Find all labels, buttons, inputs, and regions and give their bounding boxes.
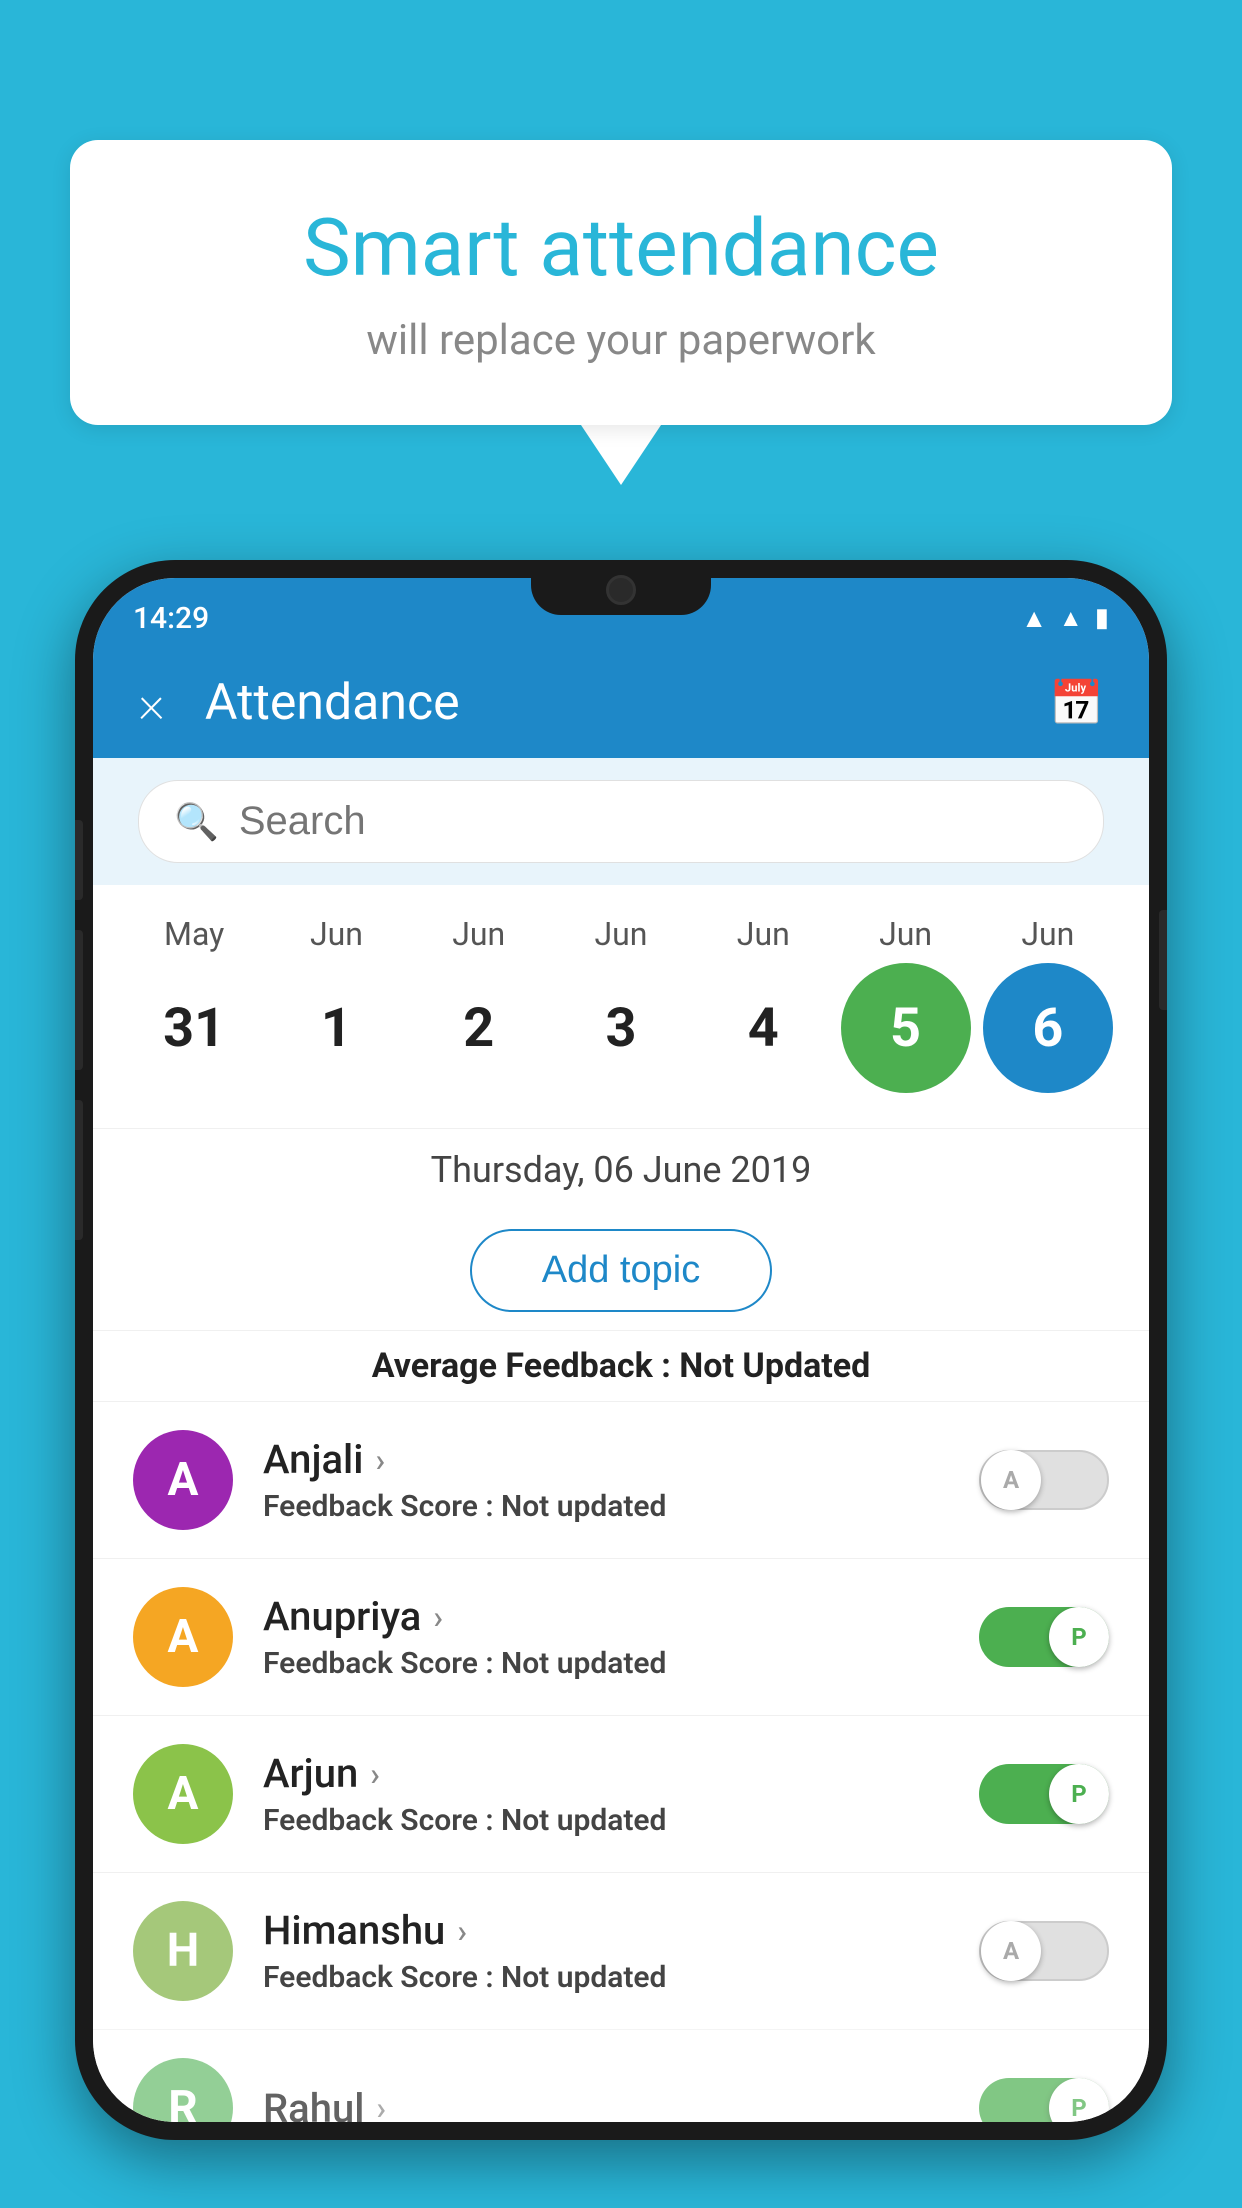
student-list: A Anjali › Feedback Score : Not updated … [93,1401,1149,2122]
speech-bubble-container: Smart attendance will replace your paper… [70,140,1172,485]
bubble-arrow [581,425,661,485]
student-name-anjali[interactable]: Anjali › [263,1436,979,1483]
toggle-switch-partial[interactable]: P [979,2078,1109,2122]
chevron-icon-anupriya: › [433,1598,443,1636]
toggle-knob-partial: P [1049,2078,1109,2122]
add-topic-button[interactable]: Add topic [470,1229,772,1312]
search-input[interactable] [239,799,1068,844]
header-title: Attendance [205,674,1049,732]
student-item-himanshu: H Himanshu › Feedback Score : Not update… [93,1872,1149,2029]
day-6-selected[interactable]: 6 [983,963,1113,1093]
average-feedback: Average Feedback : Not Updated [93,1330,1149,1401]
toggle-himanshu[interactable]: A [979,1921,1109,1981]
app-header: × Attendance 📅 [93,648,1149,758]
student-name-anupriya[interactable]: Anupriya › [263,1593,979,1640]
chevron-icon-partial: › [376,2089,386,2122]
avatar-anjali: A [133,1430,233,1530]
student-item-arjun: A Arjun › Feedback Score : Not updated P [93,1715,1149,1872]
calendar-strip: May Jun Jun Jun Jun Jun Jun 31 1 2 3 4 5… [93,885,1149,1128]
wifi-icon: ▲ [1021,603,1047,634]
student-info-anjali: Anjali › Feedback Score : Not updated [263,1436,979,1524]
power-button [1159,910,1167,1010]
status-icons: ▲ ▲ ▮ [1021,603,1109,634]
phone-screen: 14:29 ▲ ▲ ▮ × Attendance 📅 🔍 [93,578,1149,2122]
student-info-arjun: Arjun › Feedback Score : Not updated [263,1750,979,1838]
student-name-himanshu[interactable]: Himanshu › [263,1907,979,1954]
chevron-icon-arjun: › [370,1755,380,1793]
student-info-himanshu: Himanshu › Feedback Score : Not updated [263,1907,979,1995]
toggle-knob-anjali: A [981,1450,1041,1510]
toggle-switch-anjali[interactable]: A [979,1450,1109,1510]
bubble-title: Smart attendance [150,200,1092,296]
student-item-anjali: A Anjali › Feedback Score : Not updated … [93,1401,1149,1558]
date-display: Thursday, 06 June 2019 [93,1128,1149,1211]
student-name-partial[interactable]: Rahul › [263,2085,979,2123]
toggle-switch-anupriya[interactable]: P [979,1607,1109,1667]
month-3: Jun [556,915,686,953]
student-name-arjun[interactable]: Arjun › [263,1750,979,1797]
month-5: Jun [841,915,971,953]
avatar-arjun: A [133,1744,233,1844]
battery-icon: ▮ [1095,603,1109,633]
volume-down-button [75,1100,83,1240]
calendar-icon[interactable]: 📅 [1049,677,1104,729]
student-item-partial: R Rahul › P [93,2029,1149,2122]
avatar-himanshu: H [133,1901,233,2001]
signal-icon: ▲ [1059,604,1083,633]
student-feedback-anupriya: Feedback Score : Not updated [263,1646,979,1681]
day-31[interactable]: 31 [129,963,259,1093]
month-4: Jun [698,915,828,953]
student-info-partial: Rahul › [263,2085,979,2123]
day-1[interactable]: 1 [271,963,401,1093]
day-2[interactable]: 2 [414,963,544,1093]
student-feedback-himanshu: Feedback Score : Not updated [263,1960,979,1995]
bubble-subtitle: will replace your paperwork [150,316,1092,365]
phone-frame: 14:29 ▲ ▲ ▮ × Attendance 📅 🔍 [75,560,1167,2140]
speech-bubble: Smart attendance will replace your paper… [70,140,1172,425]
student-feedback-anjali: Feedback Score : Not updated [263,1489,979,1524]
phone-notch [531,560,711,615]
toggle-switch-arjun[interactable]: P [979,1764,1109,1824]
status-time: 14:29 [133,601,209,636]
calendar-months-row: May Jun Jun Jun Jun Jun Jun [113,905,1129,958]
chevron-icon-himanshu: › [457,1912,467,1950]
month-6: Jun [983,915,1113,953]
volume-up-button [75,930,83,1070]
avg-feedback-label: Average Feedback : [372,1346,680,1386]
student-feedback-arjun: Feedback Score : Not updated [263,1803,979,1838]
add-topic-container: Add topic [93,1211,1149,1330]
search-icon: 🔍 [174,801,219,843]
day-5-today[interactable]: 5 [841,963,971,1093]
close-button[interactable]: × [138,677,165,729]
avg-feedback-value: Not Updated [679,1346,870,1386]
volume-silent-button [75,820,83,900]
toggle-partial[interactable]: P [979,2078,1109,2122]
student-info-anupriya: Anupriya › Feedback Score : Not updated [263,1593,979,1681]
avatar-partial: R [133,2058,233,2122]
student-item-anupriya: A Anupriya › Feedback Score : Not update… [93,1558,1149,1715]
toggle-knob-anupriya: P [1049,1607,1109,1667]
avatar-anupriya: A [133,1587,233,1687]
month-1: Jun [271,915,401,953]
search-container: 🔍 [93,758,1149,885]
phone-container: 14:29 ▲ ▲ ▮ × Attendance 📅 🔍 [75,560,1167,2208]
toggle-anupriya[interactable]: P [979,1607,1109,1667]
search-input-wrapper[interactable]: 🔍 [138,780,1104,863]
front-camera [606,575,636,605]
calendar-days-row: 31 1 2 3 4 5 6 [113,958,1129,1098]
day-3[interactable]: 3 [556,963,686,1093]
toggle-knob-himanshu: A [981,1921,1041,1981]
month-0: May [129,915,259,953]
toggle-switch-himanshu[interactable]: A [979,1921,1109,1981]
chevron-icon-anjali: › [375,1441,385,1479]
toggle-knob-arjun: P [1049,1764,1109,1824]
toggle-arjun[interactable]: P [979,1764,1109,1824]
month-2: Jun [414,915,544,953]
toggle-anjali[interactable]: A [979,1450,1109,1510]
day-4[interactable]: 4 [698,963,828,1093]
